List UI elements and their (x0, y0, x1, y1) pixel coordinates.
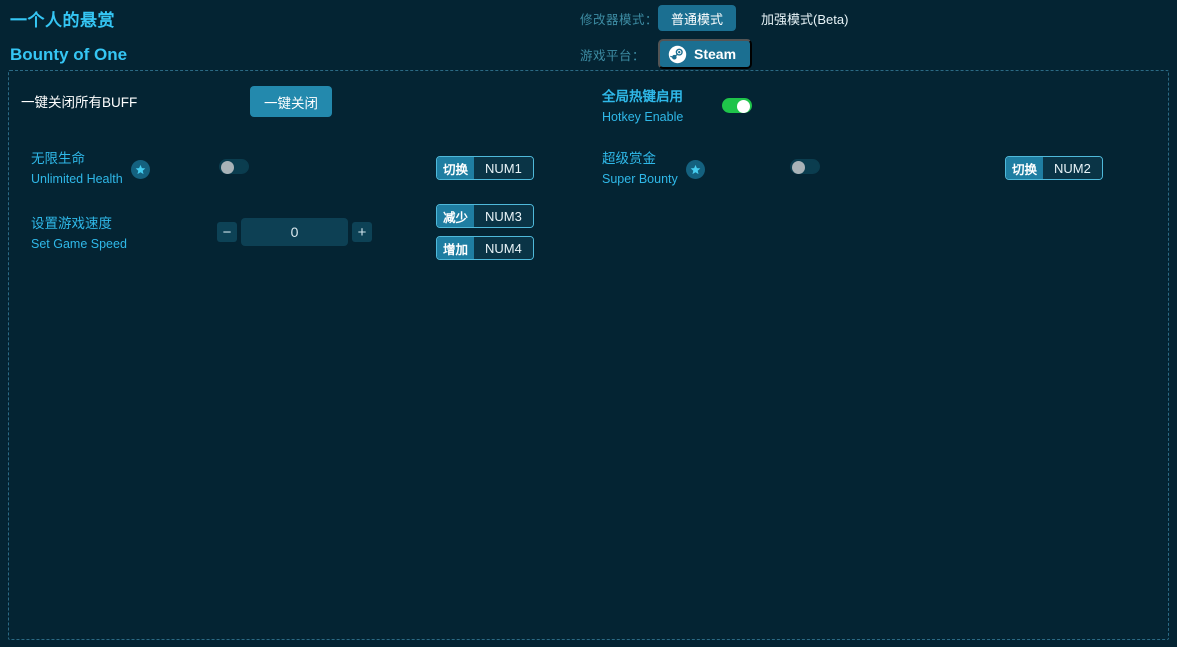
game-speed-stepper: − 0 + (217, 218, 372, 246)
hotkey-badge-num1[interactable]: 切换 NUM1 (436, 156, 534, 180)
close-all-buffs-button[interactable]: 一键关闭 (250, 86, 332, 117)
cheat-toggle-wrap-unlimited-health (219, 159, 249, 174)
game-speed-value[interactable]: 0 (241, 218, 348, 246)
hotkey-enable-toggle[interactable] (722, 98, 752, 113)
hotkey-enable-row: 全局热键启用 Hotkey Enable (602, 87, 683, 128)
close-all-button-wrap: 一键关闭 (250, 86, 332, 117)
mode-enhanced-button[interactable]: 加强模式(Beta) (748, 5, 861, 31)
trainer-window: 一个人的悬赏 Bounty of One 修改器模式： 普通模式 加强模式(Be… (0, 0, 1177, 647)
steam-icon (668, 45, 687, 64)
game-title-en: Bounty of One (10, 42, 127, 68)
hotkey-wrap-super-bounty: 切换 NUM2 (1005, 156, 1103, 180)
cheat-label-unlimited-health: 无限生命 Unlimited Health (31, 149, 123, 190)
hotkey-key: NUM1 (474, 157, 533, 179)
mode-normal-button[interactable]: 普通模式 (658, 5, 736, 31)
hotkey-wrap-unlimited-health: 切换 NUM1 (436, 156, 534, 180)
cheat-panel: 一键关闭所有BUFF 一键关闭 全局热键启用 Hotkey Enable 无限生… (8, 70, 1169, 640)
hotkey-enable-toggle-wrap (722, 98, 752, 113)
cheat-row-set-game-speed: 设置游戏速度 Set Game Speed (31, 214, 127, 255)
star-icon[interactable] (131, 160, 150, 179)
hotkey-key: NUM3 (474, 205, 533, 227)
close-all-row: 一键关闭所有BUFF (21, 93, 137, 113)
cheat-toggle-wrap-super-bounty (790, 159, 820, 174)
cheat-toggle-super-bounty[interactable] (790, 159, 820, 174)
hotkey-action: 切换 (1006, 157, 1043, 179)
cheat-row-unlimited-health: 无限生命 Unlimited Health (31, 149, 150, 190)
game-speed-increase-button[interactable]: + (352, 222, 372, 242)
header-controls: 修改器模式： 普通模式 加强模式(Beta) 游戏平台： (580, 0, 861, 72)
hotkey-badge-num4[interactable]: 增加 NUM4 (436, 236, 534, 260)
hotkey-action: 切换 (437, 157, 474, 179)
cheat-toggle-unlimited-health[interactable] (219, 159, 249, 174)
star-icon[interactable] (686, 160, 705, 179)
hotkey-badge-num2[interactable]: 切换 NUM2 (1005, 156, 1103, 180)
game-title-block: 一个人的悬赏 Bounty of One (10, 8, 127, 68)
game-title-cn: 一个人的悬赏 (10, 8, 127, 34)
toggle-knob (792, 161, 805, 174)
platform-label: 游戏平台： (580, 45, 658, 64)
hotkey-key: NUM4 (474, 237, 533, 259)
trainer-mode-label: 修改器模式： (580, 9, 658, 28)
game-speed-decrease-button[interactable]: − (217, 222, 237, 242)
platform-steam-button[interactable]: Steam (658, 39, 752, 69)
cheat-label-super-bounty: 超级赏金 Super Bounty (602, 149, 678, 190)
platform-value: Steam (694, 46, 736, 62)
hotkey-key: NUM2 (1043, 157, 1102, 179)
trainer-mode-row: 修改器模式： 普通模式 加强模式(Beta) (580, 0, 861, 36)
toggle-knob (737, 100, 750, 113)
close-all-label: 一键关闭所有BUFF (21, 93, 137, 113)
toggle-knob (221, 161, 234, 174)
hotkey-action: 减少 (437, 205, 474, 227)
hotkey-action: 增加 (437, 237, 474, 259)
hotkey-wrap-set-game-speed: 减少 NUM3 增加 NUM4 (436, 204, 534, 260)
hotkey-badge-num3[interactable]: 减少 NUM3 (436, 204, 534, 228)
hotkey-enable-label: 全局热键启用 Hotkey Enable (602, 87, 683, 128)
platform-row: 游戏平台： Steam (580, 36, 861, 72)
cheat-label-set-game-speed: 设置游戏速度 Set Game Speed (31, 214, 127, 255)
cheat-row-super-bounty: 超级赏金 Super Bounty (602, 149, 705, 190)
header: 一个人的悬赏 Bounty of One 修改器模式： 普通模式 加强模式(Be… (0, 0, 1177, 72)
